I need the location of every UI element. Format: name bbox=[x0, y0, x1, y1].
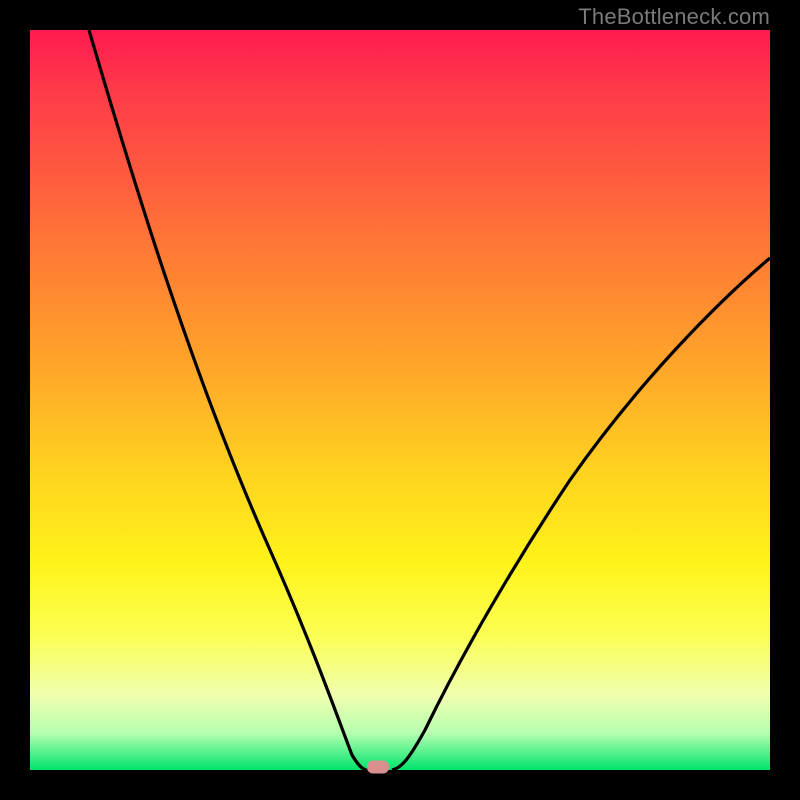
curve-right-path bbox=[392, 258, 770, 770]
watermark-text: TheBottleneck.com bbox=[578, 4, 770, 30]
curve-left-path bbox=[89, 30, 380, 770]
outer-frame: TheBottleneck.com bbox=[0, 0, 800, 800]
optimum-marker bbox=[367, 761, 389, 774]
plot-area bbox=[30, 30, 770, 770]
bottleneck-curve bbox=[30, 30, 770, 770]
